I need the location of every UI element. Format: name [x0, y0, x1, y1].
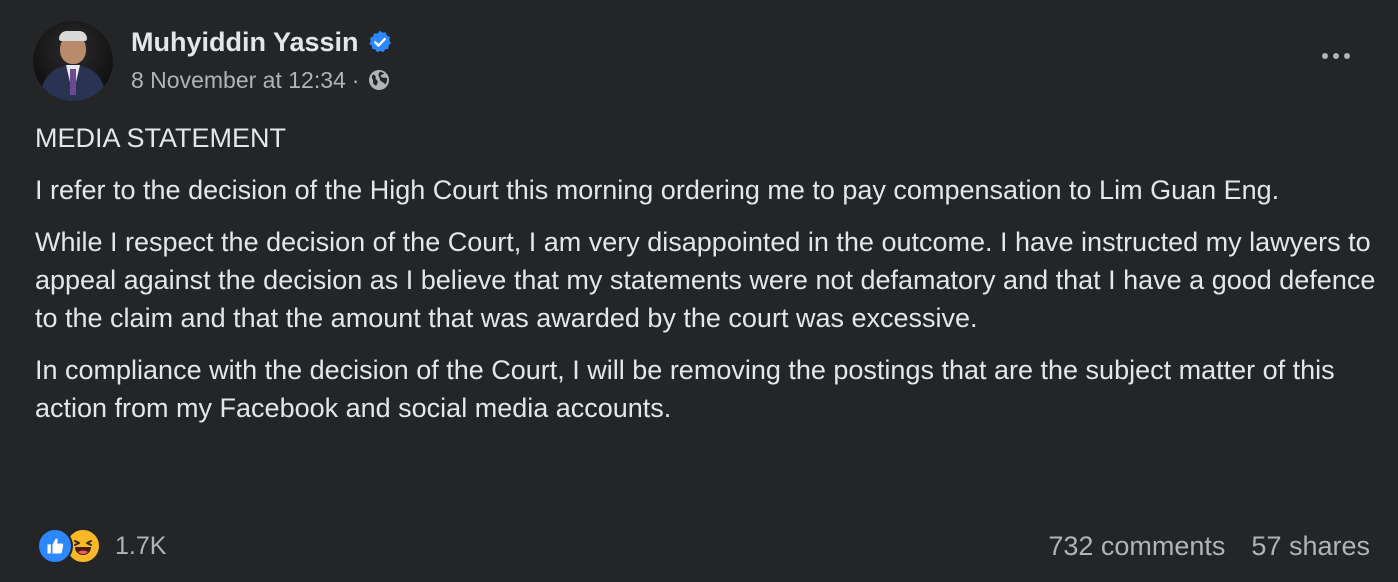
post-header: Muhyiddin Yassin 8 November at 12:34 ·	[33, 20, 393, 102]
verified-badge-icon	[367, 29, 393, 55]
reaction-count: 1.7K	[115, 531, 167, 560]
reactions-summary[interactable]: 1.7K	[37, 528, 166, 564]
more-dot-icon	[1333, 53, 1339, 59]
avatar-tie	[70, 69, 76, 95]
author-name[interactable]: Muhyiddin Yassin	[131, 27, 359, 58]
facebook-post: Muhyiddin Yassin 8 November at 12:34 · M…	[0, 0, 1398, 582]
separator: ·	[351, 66, 360, 93]
more-dot-icon	[1344, 53, 1350, 59]
author-avatar[interactable]	[33, 21, 113, 101]
more-dot-icon	[1322, 53, 1328, 59]
post-body: MEDIA STATEMENT I refer to the decision …	[35, 119, 1380, 441]
post-paragraph: I refer to the decision of the High Cour…	[35, 175, 1280, 205]
post-paragraph: In compliance with the decision of the C…	[35, 355, 1335, 423]
post-subline: 8 November at 12:34 ·	[131, 61, 393, 99]
post-paragraph: While I respect the decision of the Cour…	[35, 227, 1376, 333]
avatar-hair	[59, 31, 87, 41]
post-footer: 1.7K 732 comments 57 shares	[37, 524, 1370, 568]
like-icon	[37, 528, 73, 564]
globe-icon[interactable]	[367, 68, 391, 92]
post-timestamp[interactable]: 8 November at 12:34	[131, 67, 346, 94]
post-paragraph: MEDIA STATEMENT	[35, 123, 287, 153]
post-meta: Muhyiddin Yassin 8 November at 12:34 ·	[131, 23, 393, 99]
shares-link[interactable]: 57 shares	[1251, 531, 1370, 562]
engagement-stats: 732 comments 57 shares	[1048, 531, 1370, 562]
more-options-button[interactable]	[1310, 38, 1362, 74]
comments-link[interactable]: 732 comments	[1048, 531, 1225, 562]
author-row: Muhyiddin Yassin	[131, 23, 393, 61]
